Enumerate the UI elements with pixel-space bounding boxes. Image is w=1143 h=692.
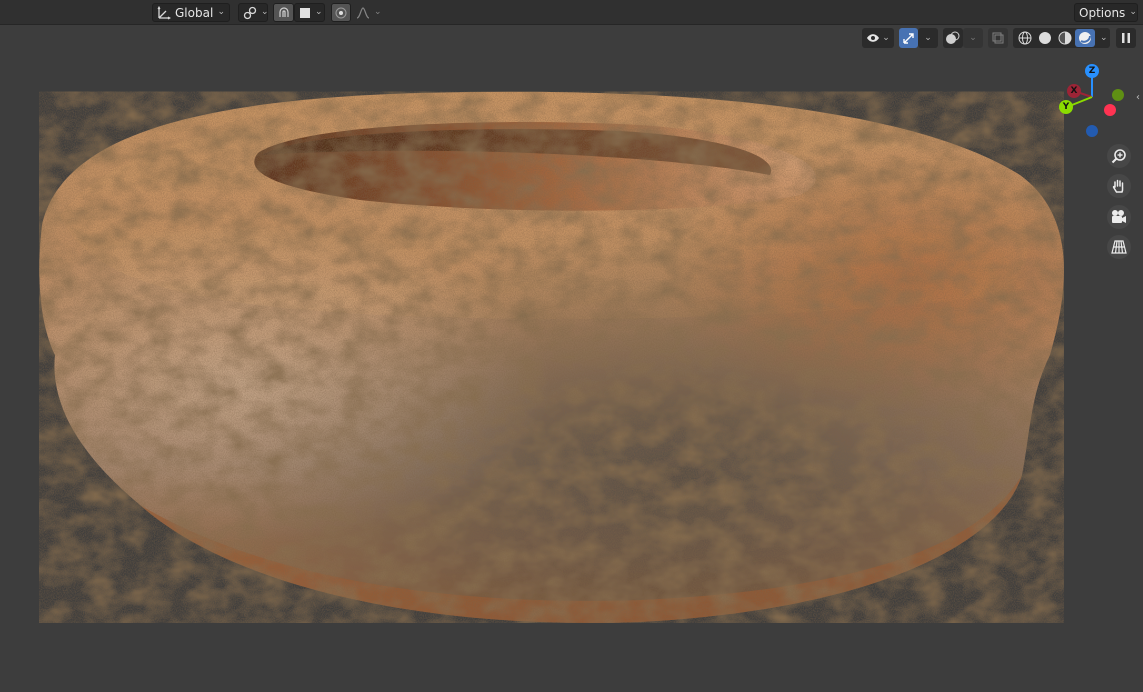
camera-icon	[1110, 209, 1128, 225]
wireframe-shading-button[interactable]	[1015, 29, 1034, 47]
gizmo-y-label: Y	[1062, 102, 1070, 112]
xray-toggle[interactable]	[988, 28, 1008, 48]
pivot-point-dropdown[interactable]: ⌄	[238, 3, 269, 22]
snap-toggle[interactable]	[273, 3, 294, 22]
proportional-falloff-dropdown[interactable]: ⌄	[351, 3, 382, 22]
gizmo-z-axis[interactable]: Z	[1085, 64, 1099, 78]
chevron-down-icon: ⌄	[315, 7, 323, 17]
overlay-circles-icon	[945, 31, 961, 45]
solid-shading-button[interactable]	[1035, 29, 1054, 47]
transform-orientation-label: Global	[175, 5, 214, 20]
overlay-dropdown[interactable]: ⌄	[963, 28, 983, 48]
chevron-down-icon: ⌄	[882, 32, 890, 43]
chevron-down-icon: ⌄	[924, 32, 932, 43]
pan-button[interactable]	[1107, 174, 1131, 198]
material-shading-button[interactable]	[1055, 29, 1074, 47]
options-label: Options	[1079, 5, 1126, 20]
chevron-down-icon: ⌄	[1129, 7, 1137, 17]
transform-orientation-icon	[157, 5, 171, 20]
proportional-editing-toggle[interactable]	[331, 3, 351, 22]
solid-sphere-icon	[1038, 32, 1051, 44]
gizmo-x-label: X	[1070, 86, 1078, 96]
snap-target-dropdown[interactable]: ⌄	[294, 3, 325, 22]
sidebar-toggle-button[interactable]	[1116, 28, 1136, 48]
gizmo-neg-x-axis[interactable]	[1104, 104, 1116, 116]
material-sphere-icon	[1058, 31, 1071, 45]
3d-viewport[interactable]: ⌄ ⌄ ⌄ ⌄ ‹ Z X Y	[0, 25, 1143, 692]
gizmo-y-axis[interactable]: Y	[1059, 100, 1073, 114]
gizmo-z-label: Z	[1088, 66, 1096, 76]
link-icon	[243, 6, 257, 20]
xray-icon	[991, 31, 1005, 45]
hand-icon	[1111, 178, 1127, 194]
chevron-down-icon: ⌄	[374, 7, 382, 17]
rendered-sphere-icon	[1079, 32, 1091, 44]
square-icon	[299, 7, 311, 19]
zoom-icon	[1111, 148, 1127, 164]
falloff-curve-icon	[356, 6, 370, 20]
grid-icon	[1111, 239, 1127, 255]
camera-view-button[interactable]	[1107, 205, 1131, 229]
chevron-down-icon: ⌄	[261, 7, 269, 17]
zoom-button[interactable]	[1107, 144, 1131, 168]
chevron-down-icon[interactable]: ⌄	[1100, 33, 1108, 43]
pause-icon	[1120, 32, 1132, 44]
perspective-toggle-button[interactable]	[1107, 235, 1131, 259]
transform-orientation-dropdown[interactable]: Global ⌄	[152, 3, 230, 22]
gizmo-neg-y-axis[interactable]	[1112, 89, 1124, 101]
rendered-shading-button[interactable]	[1075, 29, 1095, 47]
gizmo-dropdown[interactable]: ⌄	[918, 28, 938, 48]
object-visibility-dropdown[interactable]: ⌄	[862, 28, 894, 48]
wireframe-sphere-icon	[1018, 31, 1031, 45]
dot-circle-icon	[335, 7, 347, 19]
chevron-down-icon: ⌄	[969, 32, 977, 43]
overlay-toggle[interactable]	[943, 28, 963, 48]
gizmo-arrows-icon	[902, 31, 916, 45]
shading-mode-group: ⌄	[1013, 28, 1110, 48]
gizmo-x-axis[interactable]: X	[1067, 84, 1081, 98]
viewport-header: Global ⌄ ⌄ ⌄ ⌄ Options ⌄	[0, 0, 1143, 25]
gizmo-neg-z-axis[interactable]	[1086, 125, 1098, 137]
gizmo-toggle[interactable]	[899, 28, 918, 48]
eye-icon	[866, 32, 880, 44]
chevron-down-icon: ⌄	[217, 7, 225, 17]
sidebar-expand-arrow-icon[interactable]: ‹	[1133, 91, 1143, 105]
magnet-icon	[277, 6, 291, 20]
options-dropdown[interactable]: Options ⌄	[1074, 3, 1138, 22]
torus-render	[39, 91, 1064, 623]
